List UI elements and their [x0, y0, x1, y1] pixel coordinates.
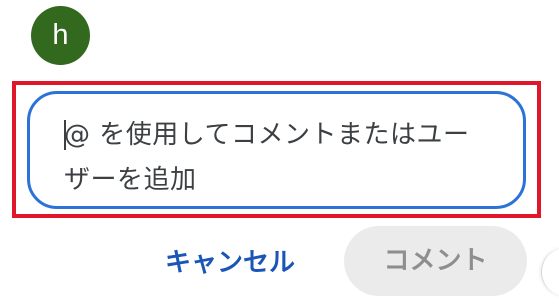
comment-input[interactable]: @ を使用してコメントまたはユーザーを追加: [27, 91, 526, 209]
cancel-button[interactable]: キャンセル: [150, 234, 310, 292]
comment-submit-button[interactable]: コメント: [344, 226, 527, 296]
avatar: h: [31, 6, 90, 65]
edge-control[interactable]: [541, 248, 559, 296]
comment-composer: h @ を使用してコメントまたはユーザーを追加 キャンセル コメント: [0, 0, 559, 308]
text-caret: [64, 120, 66, 150]
comment-placeholder: @ を使用してコメントまたはユーザーを追加: [64, 120, 470, 195]
